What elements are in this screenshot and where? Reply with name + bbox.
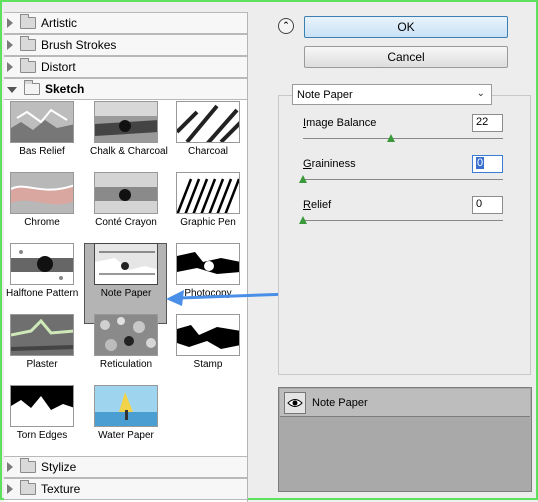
folder-icon xyxy=(20,36,36,51)
category-brush-strokes[interactable]: Brush Strokes xyxy=(4,34,247,56)
graininess-slider-handle[interactable] xyxy=(299,175,307,183)
category-label: Texture xyxy=(41,482,81,496)
expand-triangle-icon[interactable] xyxy=(7,484,13,494)
thumbnail-chrome[interactable]: Chrome xyxy=(6,172,78,228)
folder-icon xyxy=(20,480,36,495)
thumbnail-conte-crayon[interactable]: Conté Crayon xyxy=(90,172,162,228)
effect-layer-row[interactable]: Note Paper xyxy=(280,389,530,417)
expand-triangle-icon[interactable] xyxy=(7,462,13,472)
halftone-pattern-preview xyxy=(10,243,74,285)
thumbnail-graphic-pen[interactable]: Graphic Pen xyxy=(172,172,244,228)
folder-icon xyxy=(20,14,36,29)
filter-settings-panel xyxy=(278,95,531,375)
category-label: Distort xyxy=(41,60,76,74)
category-texture[interactable]: Texture xyxy=(4,478,247,500)
thumbnail-label: Conté Crayon xyxy=(95,217,157,228)
image-balance-label: Image Balance xyxy=(303,117,377,129)
thumbnail-charcoal[interactable]: Charcoal xyxy=(172,101,244,157)
graininess-slider-track[interactable] xyxy=(303,179,503,180)
graphic-pen-preview xyxy=(176,172,240,214)
folder-icon xyxy=(20,458,36,473)
thumbnail-label: Torn Edges xyxy=(16,430,68,441)
category-label: Stylize xyxy=(41,460,77,474)
thumbnail-label: Graphic Pen xyxy=(180,217,236,228)
thumbnail-label: Charcoal xyxy=(187,146,229,157)
chrome-preview xyxy=(10,172,74,214)
category-label: Sketch xyxy=(45,82,85,96)
category-label: Brush Strokes xyxy=(41,38,117,52)
thumbnail-plaster[interactable]: Plaster xyxy=(6,314,78,370)
thumbnail-bas-relief[interactable]: Bas Relief xyxy=(6,101,78,157)
expand-triangle-icon[interactable] xyxy=(7,40,13,50)
category-sketch[interactable]: Sketch xyxy=(4,78,247,100)
thumbnail-label: Chalk & Charcoal xyxy=(90,146,168,157)
thumbnail-chalk-charcoal[interactable]: Chalk & Charcoal xyxy=(90,101,168,157)
conte-crayon-preview xyxy=(94,172,158,214)
filter-select-value: Note Paper xyxy=(297,88,353,101)
collapse-triangle-icon[interactable] xyxy=(7,87,17,93)
thumbnail-label: Reticulation xyxy=(99,359,153,370)
ok-button[interactable]: OK xyxy=(304,16,508,38)
open-folder-icon xyxy=(24,80,40,95)
thumbnail-label: Plaster xyxy=(26,359,58,370)
filter-select[interactable]: Note Paper ⌄ xyxy=(292,84,492,105)
chalk-charcoal-preview xyxy=(94,101,158,143)
expand-triangle-icon[interactable] xyxy=(7,18,13,28)
photocopy-preview xyxy=(176,243,240,285)
thumbnail-halftone-pattern[interactable]: Halftone Pattern xyxy=(6,243,78,299)
torn-edges-preview xyxy=(10,385,74,427)
relief-slider-track[interactable] xyxy=(303,220,503,221)
note-paper-preview xyxy=(94,243,158,285)
image-balance-slider-handle[interactable] xyxy=(387,134,395,142)
category-stylize[interactable]: Stylize xyxy=(4,456,247,478)
category-distort[interactable]: Distort xyxy=(4,56,247,78)
thumbnail-label: Stamp xyxy=(193,359,223,370)
reticulation-preview xyxy=(94,314,158,356)
thumbnail-label: Note Paper xyxy=(100,288,152,299)
water-paper-preview xyxy=(94,385,158,427)
charcoal-preview xyxy=(176,101,240,143)
thumbnail-water-paper[interactable]: Water Paper xyxy=(90,385,162,441)
image-balance-field[interactable]: 22 xyxy=(472,114,503,132)
filter-list-panel: Artistic Brush Strokes Distort Sketch Ba… xyxy=(4,12,248,502)
category-artistic[interactable]: Artistic xyxy=(4,12,247,34)
thumbnail-note-paper[interactable]: Note Paper xyxy=(90,243,162,299)
image-balance-slider-track[interactable] xyxy=(303,138,503,139)
filter-gallery-window: Artistic Brush Strokes Distort Sketch Ba… xyxy=(0,0,538,502)
cancel-button[interactable]: Cancel xyxy=(304,46,508,68)
annotation-arrow-icon xyxy=(166,290,291,306)
eye-visibility-icon[interactable] xyxy=(284,391,306,414)
plaster-preview xyxy=(10,314,74,356)
collapse-gallery-icon[interactable]: ⌃ xyxy=(278,18,294,34)
relief-label: Relief xyxy=(303,199,332,211)
chevron-down-icon: ⌄ xyxy=(476,88,485,99)
category-label: Artistic xyxy=(41,16,77,30)
bas-relief-preview xyxy=(10,101,74,143)
expand-triangle-icon[interactable] xyxy=(7,62,13,72)
thumbnail-label: Bas Relief xyxy=(19,146,65,157)
effect-layer-label: Note Paper xyxy=(312,396,368,409)
graininess-label: Graininess xyxy=(303,158,356,170)
thumbnail-stamp[interactable]: Stamp xyxy=(172,314,244,370)
effect-layers-panel: Note Paper xyxy=(278,387,532,492)
thumbnail-torn-edges[interactable]: Torn Edges xyxy=(6,385,78,441)
relief-slider-handle[interactable] xyxy=(299,216,307,224)
relief-field[interactable]: 0 xyxy=(472,196,503,214)
folder-icon xyxy=(20,58,36,73)
thumbnail-reticulation[interactable]: Reticulation xyxy=(90,314,162,370)
thumbnail-label: Chrome xyxy=(24,217,60,228)
thumbnail-label: Halftone Pattern xyxy=(6,288,79,299)
thumbnail-label: Water Paper xyxy=(98,430,154,441)
graininess-field[interactable]: 0 xyxy=(472,155,503,173)
